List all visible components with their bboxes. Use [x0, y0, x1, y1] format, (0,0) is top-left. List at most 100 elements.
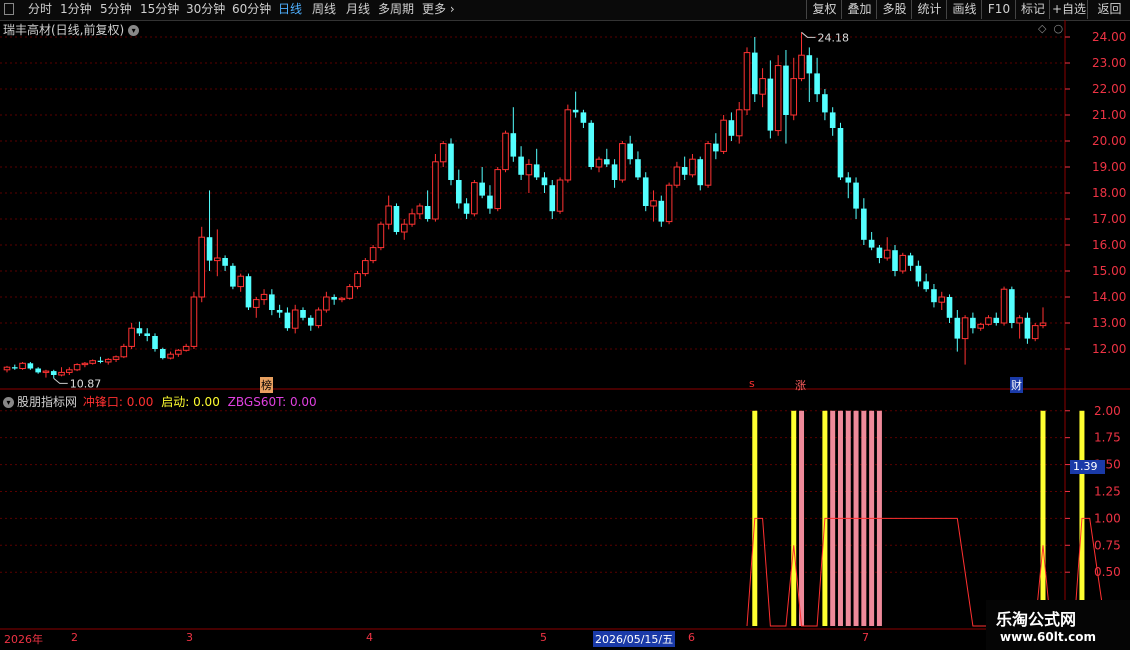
- y-tick-label: 14.00: [1092, 290, 1126, 304]
- candle-body: [977, 323, 984, 329]
- candle-body: [159, 349, 166, 359]
- candle-body: [783, 65, 789, 115]
- candle-body: [455, 180, 462, 204]
- period-tab-5[interactable]: 60分钟: [232, 0, 271, 19]
- toolbar-button-2[interactable]: 多股: [876, 0, 912, 19]
- candle-body: [853, 182, 859, 209]
- y-tick-label: 18.00: [1092, 186, 1126, 200]
- candle-body: [954, 317, 961, 339]
- s-marker[interactable]: s: [749, 377, 755, 390]
- candle-body: [751, 52, 758, 95]
- candle-body: [658, 200, 665, 222]
- period-tab-6[interactable]: 日线: [278, 0, 302, 19]
- candle-body: [89, 360, 96, 364]
- candle-body: [1031, 325, 1039, 340]
- candle-body: [494, 169, 502, 210]
- date-label: 2026年: [4, 633, 43, 646]
- candle-body: [112, 356, 120, 360]
- candle-body: [346, 286, 354, 299]
- candle-body: [471, 182, 478, 215]
- candle-body: [400, 223, 408, 233]
- period-tab-2[interactable]: 5分钟: [100, 0, 132, 19]
- candle-body: [128, 327, 135, 347]
- candle-body: [479, 182, 485, 196]
- toolbar-button-0[interactable]: 复权: [806, 0, 842, 19]
- candle-body: [588, 122, 595, 167]
- candlestick-chart[interactable]: 24.00 23.00 22.00 21.00 20.00 19.00 18.00 17.00…: [0, 20, 1130, 390]
- candle-body: [595, 158, 603, 168]
- candle-body: [907, 255, 914, 266]
- candle-body: [214, 257, 221, 262]
- candle-body: [735, 109, 743, 137]
- toolbar-button-3[interactable]: 统计: [911, 0, 947, 19]
- toolbar-button-1[interactable]: 叠加: [841, 0, 877, 19]
- candle-body: [673, 166, 681, 186]
- candle-body: [362, 260, 369, 275]
- candle-body: [892, 250, 898, 271]
- candle-body: [704, 143, 712, 186]
- candle-body: [152, 336, 158, 349]
- toolbar-button-6[interactable]: 标记: [1015, 0, 1050, 19]
- y-tick-label: 22.00: [1092, 82, 1126, 96]
- period-tab-1[interactable]: 1分钟: [60, 0, 92, 19]
- high-label: 24.18: [818, 31, 850, 44]
- candle-body: [603, 159, 610, 165]
- period-tab-3[interactable]: 15分钟: [140, 0, 179, 19]
- candle-body: [1000, 288, 1008, 324]
- candle-body: [556, 179, 564, 212]
- candle-body: [58, 371, 65, 376]
- candle-body: [642, 177, 649, 206]
- period-tab-9[interactable]: 多周期: [378, 0, 414, 19]
- candle-body: [923, 281, 929, 290]
- candle-body: [432, 161, 439, 220]
- candle-body: [300, 310, 306, 318]
- period-tab-4[interactable]: 30分钟: [186, 0, 225, 19]
- candle-body: [541, 177, 548, 186]
- candle-body: [829, 112, 836, 128]
- period-toolbar: 分时 1分钟 5分钟 15分钟 30分钟 60分钟 日线 周线 月线 多周期 更多 › 复权 叠加 多股…: [0, 0, 1130, 21]
- candle-body: [518, 156, 524, 175]
- indicator-chart[interactable]: 2.001.751.501.251.000.750.50: [0, 390, 1130, 630]
- date-label: 3: [186, 631, 193, 644]
- candle-body: [899, 254, 907, 272]
- candle-body: [120, 345, 128, 358]
- low-label: 10.87: [70, 377, 102, 390]
- candle-body: [774, 65, 782, 132]
- candle-body: [269, 294, 275, 310]
- candle-body: [720, 119, 727, 152]
- candle-body: [237, 275, 244, 288]
- candle-body: [876, 247, 883, 258]
- candle-body: [564, 109, 572, 181]
- pink-bar: [799, 410, 805, 626]
- candle-body: [369, 247, 377, 262]
- y-tick-label: 1.75: [1094, 431, 1121, 445]
- date-axis: 2026年 2 3 4 5 2026/05/15/五 6 7: [0, 630, 986, 650]
- candle-body: [3, 366, 11, 371]
- candle-body: [728, 120, 735, 136]
- window-icon[interactable]: [4, 3, 14, 15]
- selected-date: 2026/05/15/五: [593, 631, 676, 647]
- candle-body: [66, 369, 73, 373]
- period-tab-0[interactable]: 分时: [28, 0, 52, 19]
- candle-body: [291, 309, 299, 329]
- toolbar-button-7[interactable]: +自选: [1049, 0, 1088, 19]
- y-tick-label: 24.00: [1092, 30, 1126, 44]
- candle-body: [743, 52, 751, 111]
- period-tab-8[interactable]: 月线: [346, 0, 370, 19]
- candle-body: [167, 353, 174, 359]
- candle-body: [245, 276, 252, 308]
- candle-body: [697, 159, 704, 186]
- candle-body: [416, 205, 424, 215]
- candle-body: [970, 317, 976, 329]
- period-tab-10[interactable]: 更多 ›: [422, 0, 455, 19]
- toolbar-button-5[interactable]: F10: [981, 0, 1016, 19]
- date-label: 6: [688, 631, 695, 644]
- toolbar-button-4[interactable]: 画线: [946, 0, 982, 19]
- toolbar-button-8[interactable]: 返回: [1087, 0, 1130, 19]
- period-tab-7[interactable]: 周线: [312, 0, 336, 19]
- watermark-logo: 乐淘公式网 www.60lt.com: [986, 600, 1130, 650]
- y-tick-label: 2.00: [1094, 404, 1121, 418]
- yellow-bar: [791, 410, 797, 626]
- candle-body: [284, 312, 291, 329]
- yellow-bar: [1040, 410, 1046, 626]
